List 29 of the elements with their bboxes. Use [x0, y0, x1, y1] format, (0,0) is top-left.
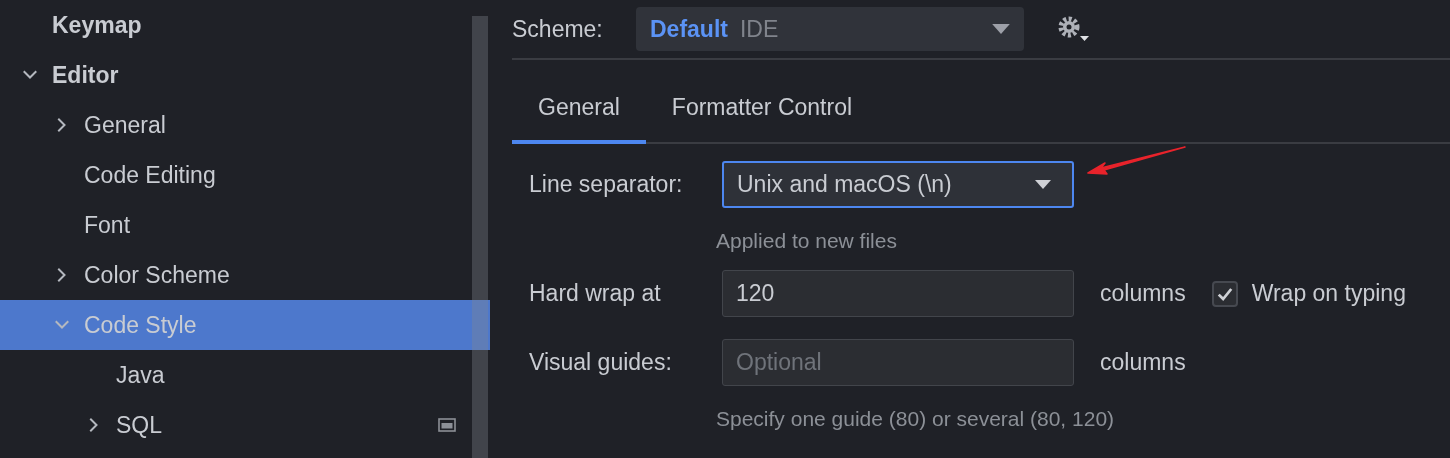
line-separator-dropdown[interactable]: Unix and macOS (\n) [722, 161, 1074, 208]
field-label: Visual guides: [529, 349, 673, 376]
hint-text: Specify one guide (80) or several (80, 120) [715, 407, 1116, 432]
tree-item[interactable]: SQL [0, 400, 490, 450]
scheme-label: Scheme: [512, 15, 604, 43]
tab[interactable]: Formatter Control [645, 60, 879, 144]
tree-item[interactable]: Color Scheme [0, 250, 490, 300]
unit-label: columns [1100, 349, 1186, 376]
checkbox-label: Wrap on typing [1251, 280, 1406, 307]
field-label: Line separator: [529, 171, 684, 198]
tree-item[interactable]: Editor [0, 50, 490, 100]
tree-item[interactable]: Java [0, 350, 490, 400]
field-label: Hard wrap at [529, 280, 662, 307]
checkbox[interactable] [1211, 280, 1238, 307]
tree-item[interactable]: General [0, 100, 490, 150]
tree-item[interactable]: Code Editing [0, 150, 490, 200]
wrap-checkbox[interactable]: Wrap on typing [1211, 280, 1406, 307]
input-field[interactable]: Optional [722, 339, 1074, 386]
tree-item[interactable]: Font [0, 200, 490, 250]
tree-item[interactable]: Keymap [0, 0, 490, 50]
scrollbar[interactable] [472, 16, 488, 458]
input-field[interactable]: 120 [722, 270, 1074, 317]
tab[interactable]: General [512, 60, 646, 144]
scheme-dropdown[interactable]: Default IDE [636, 7, 1024, 51]
unit-label: columns [1100, 280, 1186, 307]
hint-text: Applied to new files [715, 229, 898, 254]
caret-icon [1035, 179, 1051, 190]
gear-icon[interactable] [1056, 14, 1090, 44]
caret-icon [992, 23, 1010, 35]
